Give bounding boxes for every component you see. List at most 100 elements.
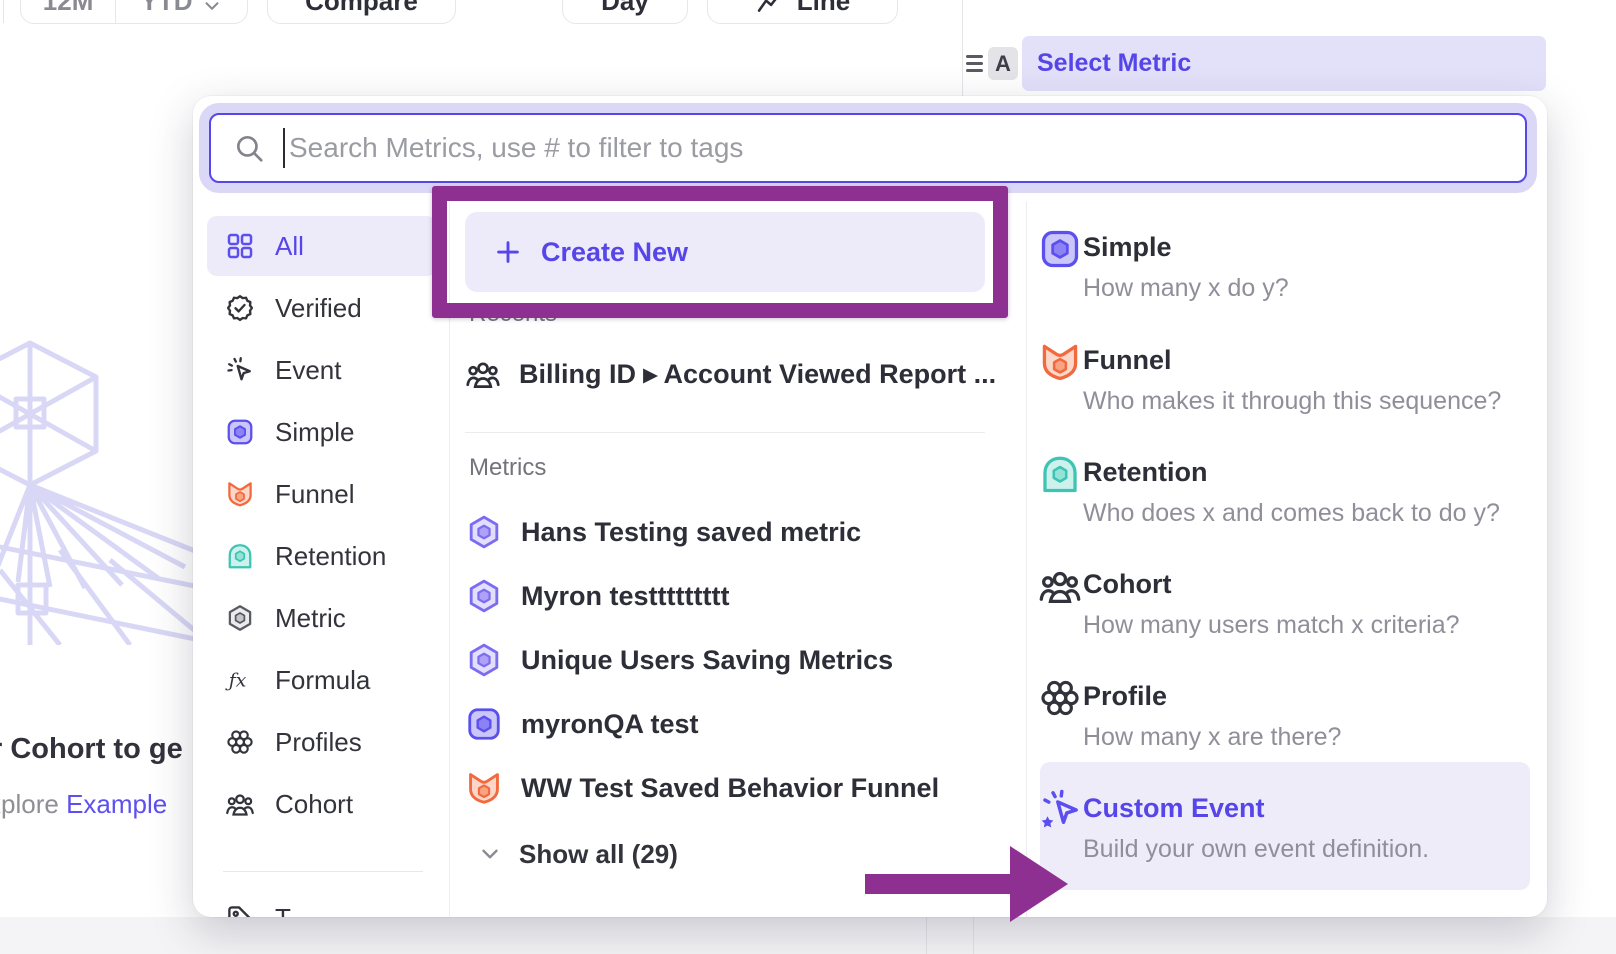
type-custom-event[interactable]: Custom Event	[1083, 793, 1265, 824]
range-12m-label: 12M	[43, 0, 94, 17]
select-metric-pill[interactable]: Select Metric	[1022, 36, 1546, 91]
type-retention[interactable]: Retention	[1083, 457, 1208, 488]
sidebar-label: Formula	[275, 665, 370, 696]
metric-item-label: myronQA test	[521, 709, 699, 740]
type-funnel[interactable]: Funnel	[1083, 345, 1172, 376]
show-all-toggle[interactable]: Show all (29)	[477, 832, 678, 876]
profiles-flower-icon	[225, 727, 255, 757]
type-simple-desc: How many x do y?	[1083, 274, 1289, 303]
retention-icon	[1038, 452, 1082, 496]
type-custom-event-desc: Build your own event definition.	[1083, 835, 1429, 864]
metric-list-item[interactable]: myronQA test	[465, 698, 990, 750]
annotation-arrow	[858, 840, 1073, 930]
event-cursor-star-icon	[1038, 788, 1082, 832]
sidebar-item-simple[interactable]: Simple	[207, 402, 437, 462]
metric-hexagon-purple-icon	[465, 641, 503, 679]
compare-label: Compare	[305, 0, 418, 17]
simple-icon	[465, 705, 503, 743]
metric-item-label: Myron testtttttttt	[521, 581, 729, 612]
sidebar-label: Profiles	[275, 727, 362, 758]
metric-hexagon-purple-icon	[465, 513, 503, 551]
simple-icon	[1038, 227, 1082, 271]
custom-event-highlight[interactable]	[1040, 762, 1530, 890]
type-retention-desc: Who does x and comes back to do y?	[1083, 499, 1500, 528]
panel-divider	[962, 0, 963, 96]
sidebar-label: Simple	[275, 417, 354, 448]
sidebar-item-event[interactable]: Event	[207, 340, 437, 400]
type-simple[interactable]: Simple	[1083, 232, 1172, 263]
chart-type-line-button[interactable]: Line	[707, 0, 898, 24]
metric-search-box	[209, 113, 1527, 183]
compare-button[interactable]: Compare	[267, 0, 456, 24]
sidebar-item-funnel[interactable]: Funnel	[207, 464, 437, 524]
sidebar-item-metric[interactable]: Metric	[207, 588, 437, 648]
range-12m-button[interactable]: 12M	[21, 0, 115, 23]
sidebar-label: Funnel	[275, 479, 355, 510]
background-explore-line: xplore Example	[0, 789, 167, 820]
types-column-divider	[1026, 202, 1027, 917]
metric-item-label: WW Test Saved Behavior Funnel	[521, 773, 939, 804]
drag-handle-icon[interactable]	[966, 55, 983, 72]
recent-item-billing[interactable]: Billing ID ▸ Account Viewed Report ...	[465, 348, 990, 400]
line-label: Line	[797, 0, 850, 17]
type-profile-desc: How many x are there?	[1083, 723, 1341, 752]
funnel-icon	[1038, 340, 1082, 384]
metric-picker-screen: 12M YTD Compare Day Line A Select Metric…	[0, 0, 1616, 954]
sidebar-item-cohort[interactable]: Cohort	[207, 774, 437, 834]
explore-text: xplore	[0, 789, 59, 819]
metric-search-input[interactable]	[211, 115, 1525, 181]
recent-item-label: Billing ID ▸ Account Viewed Report ...	[519, 359, 996, 390]
sidebar-item-formula[interactable]: Formula	[207, 650, 437, 710]
sidebar-label: Event	[275, 355, 342, 386]
funnel-icon	[225, 479, 255, 509]
background-wireframe-illustration	[0, 335, 200, 645]
show-all-label: Show all (29)	[519, 839, 678, 870]
sidebar-item-verified[interactable]: Verified	[207, 278, 437, 338]
profiles-flower-icon	[1038, 676, 1082, 720]
type-profile[interactable]: Profile	[1083, 681, 1167, 712]
metric-item-label: Hans Testing saved metric	[521, 517, 861, 548]
metric-hexagon-purple-icon	[465, 577, 503, 615]
sidebar-label: Cohort	[275, 789, 353, 820]
metric-list-item[interactable]: Hans Testing saved metric	[465, 506, 990, 558]
sidebar-label: Retention	[275, 541, 386, 572]
sidebar-label: Verified	[275, 293, 362, 324]
chevron-down-icon	[201, 0, 223, 17]
metrics-header: Metrics	[469, 454, 546, 482]
select-metric-label: Select Metric	[1037, 49, 1191, 78]
simple-icon	[225, 417, 255, 447]
cohort-people-icon	[465, 356, 501, 392]
background-headline: r Cohort to ge	[0, 733, 183, 766]
bottom-background-band	[0, 917, 1616, 954]
granularity-day-button[interactable]: Day	[562, 0, 688, 24]
funnel-icon	[465, 769, 503, 807]
canvas-left-border	[3, 0, 4, 23]
chevron-down-icon	[477, 841, 503, 867]
cohort-people-icon	[225, 789, 255, 819]
cohort-people-icon	[1038, 564, 1082, 608]
sidebar-item-partial[interactable]: T	[207, 888, 437, 917]
sidebar-item-all[interactable]: All	[207, 216, 437, 276]
type-cohort[interactable]: Cohort	[1083, 569, 1171, 600]
tag-icon	[225, 903, 255, 917]
metric-hexagon-icon	[225, 603, 255, 633]
sidebar-label: All	[275, 231, 304, 262]
sidebar-section-divider	[223, 871, 423, 872]
metric-list-item[interactable]: Myron testtttttttt	[465, 570, 990, 622]
grid-icon	[225, 231, 255, 261]
range-ytd-button[interactable]: YTD	[115, 0, 247, 23]
metric-item-label: Unique Users Saving Metrics	[521, 645, 893, 676]
recents-metrics-divider	[465, 432, 985, 433]
type-cohort-desc: How many users match x criteria?	[1083, 611, 1460, 640]
type-funnel-desc: Who makes it through this sequence?	[1083, 387, 1501, 416]
series-a-badge: A	[988, 47, 1018, 80]
sidebar-item-profiles[interactable]: Profiles	[207, 712, 437, 772]
metric-list-item[interactable]: WW Test Saved Behavior Funnel	[465, 762, 990, 814]
sidebar-item-retention[interactable]: Retention	[207, 526, 437, 586]
sidebar-label: T	[275, 903, 291, 918]
example-link[interactable]: Example	[66, 789, 167, 819]
verified-badge-icon	[225, 293, 255, 323]
metric-list-item[interactable]: Unique Users Saving Metrics	[465, 634, 990, 686]
event-cursor-icon	[225, 355, 255, 385]
formula-fx-icon	[225, 665, 255, 695]
